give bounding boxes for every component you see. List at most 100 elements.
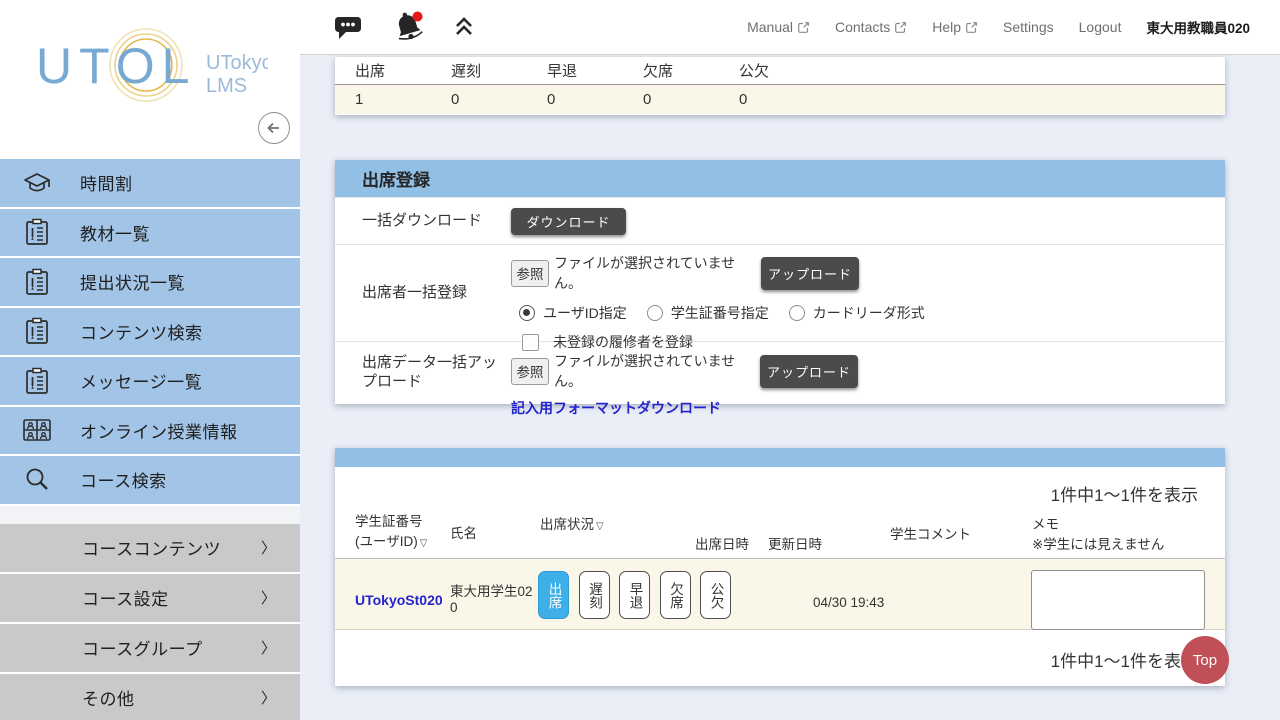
status-button-present[interactable]: 出席 (538, 571, 569, 619)
help-link[interactable]: Help (932, 19, 978, 35)
result-count-bottom: 1件中1〜1件を表示 (1051, 647, 1198, 672)
chevron-right-icon: 〉 (261, 537, 276, 558)
double-chevron-up-icon (452, 14, 476, 40)
summary-value-late: 0 (431, 91, 527, 108)
clipboard-icon (20, 267, 54, 297)
sidebar-item-course-group[interactable]: コースグループ 〉 (0, 624, 300, 674)
sidebar-item-course-settings[interactable]: コース設定 〉 (0, 574, 300, 624)
manual-link-label: Manual (747, 19, 793, 35)
radio-student-card-number[interactable] (647, 305, 663, 321)
notifications-button[interactable] (390, 10, 426, 44)
external-link-icon (797, 21, 810, 34)
messages-button[interactable] (332, 12, 364, 42)
status-button-absent[interactable]: 欠席 (660, 571, 691, 619)
logo-area: UTOL UTokyo LMS (0, 0, 300, 159)
status-button-excused[interactable]: 公欠 (700, 571, 731, 619)
clipboard-icon (20, 217, 54, 247)
browse-button[interactable]: 参照 (511, 260, 549, 287)
sidebar-item-timetable[interactable]: 時間割 (0, 159, 300, 209)
sort-icon: ▽ (420, 538, 428, 549)
column-header-name: 氏名 (450, 524, 477, 544)
sidebar-item-label: その他 (82, 685, 135, 710)
column-header-update-time: 更新日時 (768, 535, 822, 555)
logout-link-label: Logout (1079, 19, 1122, 35)
help-link-label: Help (932, 19, 961, 35)
sidebar-item-online-class[interactable]: オンライン授業情報 (0, 407, 300, 457)
upload-button-2[interactable]: アップロード (760, 355, 858, 388)
radio-card-reader-label: カードリーダ形式 (813, 303, 925, 323)
status-button-group: 出席 遅刻 早退 欠席 公欠 (538, 571, 731, 619)
sidebar-item-content-search[interactable]: コンテンツ検索 (0, 308, 300, 358)
collapse-header-button[interactable] (452, 14, 476, 40)
settings-link-label: Settings (1003, 19, 1054, 35)
sidebar-item-label: メッセージ一覧 (80, 368, 202, 393)
status-button-early-leave[interactable]: 早退 (619, 571, 650, 619)
student-row: UTokyoSt020 東大用学生020 出席 遅刻 早退 欠席 公欠 04/3… (335, 559, 1225, 630)
radio-user-id-label: ユーザID指定 (543, 303, 627, 323)
summary-value-early-leave: 0 (527, 91, 623, 108)
contacts-link[interactable]: Contacts (835, 19, 907, 35)
update-time: 04/30 19:43 (813, 595, 884, 610)
column-header-comment: 学生コメント (890, 525, 971, 545)
sidebar-item-others[interactable]: その他 〉 (0, 674, 300, 720)
sidebar-divider (0, 506, 300, 524)
sidebar-item-label: コース設定 (82, 585, 169, 610)
sidebar-item-label: コース検索 (80, 467, 167, 492)
svg-text:LMS: LMS (206, 75, 247, 97)
external-link-icon (965, 21, 978, 34)
attendance-summary-table: 出席 遅刻 早退 欠席 公欠 1 0 0 0 0 (335, 57, 1225, 115)
sidebar-item-label: オンライン授業情報 (80, 418, 238, 443)
bulk-upload-row: 出席データ一括アップロード 参照 ファイルが選択されていません。 アップロード … (335, 341, 1225, 404)
student-id-link[interactable]: UTokyoSt020 (355, 592, 443, 608)
sidebar-item-course-search[interactable]: コース検索 (0, 456, 300, 506)
chevron-right-icon: 〉 (261, 637, 276, 658)
upload-button[interactable]: アップロード (761, 257, 859, 290)
summary-header-present: 出席 (335, 60, 431, 81)
sidebar-item-course-contents[interactable]: コースコンテンツ 〉 (0, 524, 300, 574)
logout-link[interactable]: Logout (1079, 19, 1122, 35)
scroll-to-top-button[interactable]: Top (1181, 636, 1229, 684)
online-class-icon (20, 415, 54, 445)
format-download-link[interactable]: 記入用フォーマットダウンロード (511, 398, 721, 418)
utol-logo: UTOL UTokyo LMS (28, 28, 268, 123)
column-header-attend-time: 出席日時 (695, 535, 749, 555)
sidebar-collapse-button[interactable] (258, 112, 290, 144)
sidebar-item-label: コースコンテンツ (82, 535, 221, 560)
table-header: 1件中1〜1件を表示 学生証番号 (ユーザID)▽ 氏名 出席状況▽ 出席日時 … (335, 467, 1225, 559)
manual-link[interactable]: Manual (747, 19, 810, 35)
settings-link[interactable]: Settings (1003, 19, 1054, 35)
download-button[interactable]: ダウンロード (511, 208, 626, 235)
column-header-memo: メモ ※学生には見えません (1032, 515, 1164, 556)
sidebar-item-label: 提出状況一覧 (80, 269, 185, 294)
clipboard-icon (20, 316, 54, 346)
status-button-late[interactable]: 遅刻 (579, 571, 610, 619)
external-link-icon (894, 21, 907, 34)
sidebar-item-label: 教材一覧 (80, 220, 150, 245)
sort-icon: ▽ (596, 521, 604, 532)
radio-card-reader[interactable] (789, 305, 805, 321)
column-header-student-id[interactable]: 学生証番号 (ユーザID)▽ (355, 512, 427, 553)
column-header-status[interactable]: 出席状況▽ (540, 515, 604, 535)
table-footer: 1件中1〜1件を表示 (335, 630, 1225, 685)
memo-textarea[interactable] (1031, 570, 1205, 630)
summary-header-late: 遅刻 (431, 60, 527, 81)
sidebar-item-messages[interactable]: メッセージ一覧 (0, 357, 300, 407)
bulk-upload-label: 出席データ一括アップロード (335, 342, 511, 404)
chevron-right-icon: 〉 (261, 587, 276, 608)
radio-user-id[interactable] (519, 305, 535, 321)
summary-value-excused: 0 (719, 91, 815, 108)
attendance-register-section: 出席登録 一括ダウンロード ダウンロード 出席者一括登録 参照 ファイルが選択さ… (335, 160, 1225, 404)
bell-icon (390, 10, 426, 44)
sidebar-item-submissions[interactable]: 提出状況一覧 (0, 258, 300, 308)
browse-button-2[interactable]: 参照 (511, 358, 549, 385)
summary-header-excused: 公欠 (719, 60, 815, 81)
bulk-register-label: 出席者一括登録 (335, 245, 511, 341)
chevron-right-icon: 〉 (261, 687, 276, 708)
sidebar-item-label: 時間割 (80, 170, 133, 195)
student-name: 東大用学生020 (450, 584, 536, 616)
sidebar-item-materials[interactable]: 教材一覧 (0, 209, 300, 259)
summary-header-absent: 欠席 (623, 60, 719, 81)
sidebar-item-label: コースグループ (82, 635, 203, 660)
summary-value-present: 1 (335, 91, 431, 108)
topbar: Manual Contacts Help Settings Logout 東大用… (300, 0, 1280, 55)
